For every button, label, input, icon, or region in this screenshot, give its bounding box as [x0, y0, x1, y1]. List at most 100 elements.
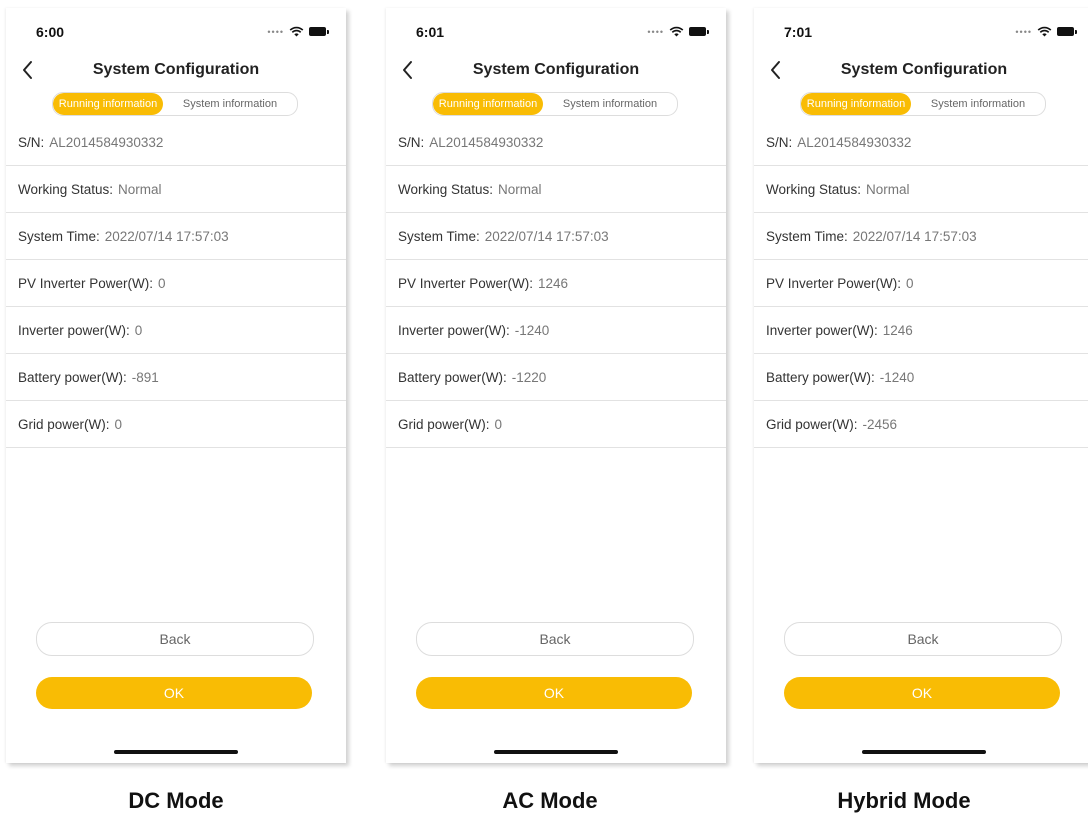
ok-button[interactable]: OK: [36, 677, 312, 709]
status-icons: ••••: [267, 26, 329, 37]
row-label: Battery power(W):: [18, 369, 127, 385]
signal-icon: ••••: [267, 26, 284, 37]
list-item: System Time: 2022/07/14 17:57:03: [6, 213, 346, 260]
list-item: Battery power(W): -1240: [754, 354, 1088, 401]
status-bar: 6:01 ••••: [386, 24, 726, 44]
row-label: Working Status:: [18, 181, 114, 197]
row-value: -1220: [511, 369, 547, 385]
back-button[interactable]: Back: [416, 622, 694, 656]
row-value: Normal: [118, 181, 162, 197]
row-value: 1246: [882, 322, 913, 338]
row-label: PV Inverter Power(W):: [766, 275, 902, 291]
row-label: PV Inverter Power(W):: [398, 275, 534, 291]
status-bar: 7:01 ••••: [754, 24, 1088, 44]
row-value: AL2014584930332: [429, 134, 544, 150]
list-item: System Time: 2022/07/14 17:57:03: [754, 213, 1088, 260]
list-item: PV Inverter Power(W): 0: [754, 260, 1088, 307]
list-item: Working Status: Normal: [386, 166, 726, 213]
row-value: 0: [114, 416, 123, 432]
info-list: S/N: AL2014584930332 Working Status: Norma…: [6, 119, 346, 448]
row-label: System Time:: [398, 228, 480, 244]
row-label: S/N:: [18, 134, 45, 150]
row-value: -1240: [514, 322, 550, 338]
page-title: System Configuration: [472, 61, 640, 78]
phone-screen-ac: 6:01 •••• System Configuration Running i…: [386, 8, 726, 763]
tab-system-information[interactable]: System information: [163, 93, 297, 115]
page-title: System Configuration: [92, 61, 260, 78]
row-label: System Time:: [766, 228, 848, 244]
list-item: Working Status: Normal: [754, 166, 1088, 213]
list-item: PV Inverter Power(W): 1246: [386, 260, 726, 307]
list-item: Grid power(W): -2456: [754, 401, 1088, 448]
phone-screen-dc: 6:00 •••• System Configuration Running i…: [6, 8, 346, 763]
status-icons: ••••: [1015, 26, 1077, 37]
wifi-icon: [289, 26, 304, 37]
list-item: Battery power(W): -891: [6, 354, 346, 401]
list-item: System Time: 2022/07/14 17:57:03: [386, 213, 726, 260]
wifi-icon: [1037, 26, 1052, 37]
row-label: Inverter power(W):: [398, 322, 510, 338]
list-item: Grid power(W): 0: [6, 401, 346, 448]
tab-running-information[interactable]: Running information: [801, 93, 911, 115]
info-tab-switch: Running information System information: [432, 92, 678, 116]
back-button[interactable]: Back: [36, 622, 314, 656]
list-item: Inverter power(W): 0: [6, 307, 346, 354]
row-value: 0: [134, 322, 143, 338]
row-label: Working Status:: [766, 181, 862, 197]
row-label: Inverter power(W):: [766, 322, 878, 338]
list-item: Grid power(W): 0: [386, 401, 726, 448]
ok-button[interactable]: OK: [784, 677, 1060, 709]
list-item: Inverter power(W): 1246: [754, 307, 1088, 354]
row-value: Normal: [866, 181, 910, 197]
battery-icon: [689, 27, 709, 36]
tab-system-information[interactable]: System information: [543, 93, 677, 115]
tab-system-information[interactable]: System information: [911, 93, 1045, 115]
home-indicator[interactable]: [862, 750, 986, 754]
row-value: AL2014584930332: [49, 134, 164, 150]
row-label: System Time:: [18, 228, 100, 244]
back-button[interactable]: Back: [784, 622, 1062, 656]
status-time: 6:00: [36, 24, 65, 40]
caption-hybrid-mode: Hybrid Mode: [837, 788, 971, 813]
info-tab-switch: Running information System information: [52, 92, 298, 116]
list-item: Working Status: Normal: [6, 166, 346, 213]
list-item: PV Inverter Power(W): 0: [6, 260, 346, 307]
row-label: Inverter power(W):: [18, 322, 130, 338]
home-indicator[interactable]: [114, 750, 238, 754]
row-value: 0: [906, 275, 914, 291]
wifi-icon: [669, 26, 684, 37]
status-icons: ••••: [647, 26, 709, 37]
row-label: S/N:: [398, 134, 425, 150]
caption-dc-mode: DC Mode: [128, 788, 224, 813]
home-indicator[interactable]: [494, 750, 618, 754]
row-value: 2022/07/14 17:57:03: [852, 228, 977, 244]
row-label: Battery power(W):: [398, 369, 507, 385]
page-title: System Configuration: [840, 61, 1008, 78]
info-list: S/N: AL2014584930332 Working Status: Norma…: [754, 119, 1088, 448]
row-value: 0: [494, 416, 503, 432]
row-value: -2456: [862, 416, 898, 432]
status-time: 6:01: [416, 24, 445, 40]
battery-icon: [309, 27, 329, 36]
list-item: S/N: AL2014584930332: [754, 119, 1088, 166]
nav-bar: System Configuration: [386, 58, 726, 84]
status-time: 7:01: [784, 24, 813, 40]
list-item: S/N: AL2014584930332: [386, 119, 726, 166]
row-label: PV Inverter Power(W):: [18, 275, 154, 291]
list-item: S/N: AL2014584930332: [6, 119, 346, 166]
list-item: Inverter power(W): -1240: [386, 307, 726, 354]
row-value: 2022/07/14 17:57:03: [104, 228, 229, 244]
nav-bar: System Configuration: [754, 58, 1088, 84]
phone-screen-hybrid: 7:01 •••• System Configuration Running i…: [754, 8, 1088, 763]
status-bar: 6:00 ••••: [6, 24, 346, 44]
row-label: Battery power(W):: [766, 369, 875, 385]
tab-running-information[interactable]: Running information: [53, 93, 163, 115]
row-value: AL2014584930332: [797, 134, 912, 150]
ok-button[interactable]: OK: [416, 677, 692, 709]
list-item: Battery power(W): -1220: [386, 354, 726, 401]
row-label: Grid power(W):: [398, 416, 490, 432]
row-value: 1246: [538, 275, 569, 291]
info-tab-switch: Running information System information: [800, 92, 1046, 116]
row-value: 2022/07/14 17:57:03: [484, 228, 609, 244]
tab-running-information[interactable]: Running information: [433, 93, 543, 115]
